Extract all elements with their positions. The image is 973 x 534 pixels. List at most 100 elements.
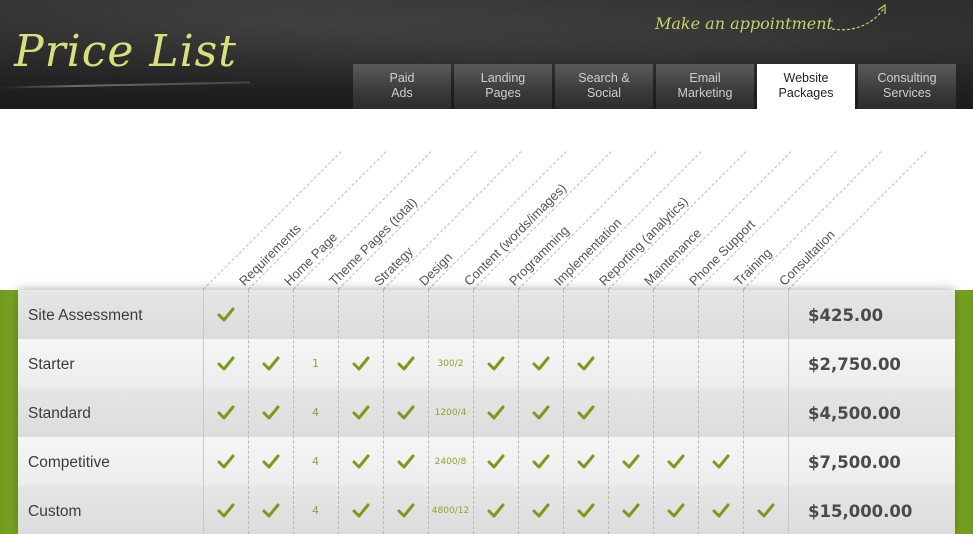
tab-landing[interactable]: Landing Pages xyxy=(454,64,552,109)
check-icon xyxy=(532,503,549,517)
feature-value: 4800/12 xyxy=(431,505,470,516)
check-icon xyxy=(487,405,504,419)
feature-included-cell xyxy=(248,437,293,486)
feature-value: 4 xyxy=(312,504,319,517)
column-divider xyxy=(743,290,744,534)
check-icon xyxy=(397,454,414,468)
check-icon xyxy=(757,503,774,517)
feature-included-cell xyxy=(608,486,653,534)
feature-included-cell xyxy=(518,339,563,388)
feature-value-cell: 1 xyxy=(293,339,338,388)
package-price: $2,750.00 xyxy=(808,355,901,374)
table-row: Competitive 4 2400/8 $7,500.00 xyxy=(18,437,955,486)
feature-included-cell xyxy=(203,339,248,388)
feature-value: 4 xyxy=(312,455,319,468)
feature-included-cell xyxy=(563,437,608,486)
tab-search[interactable]: Search & Social xyxy=(555,64,653,109)
check-icon xyxy=(487,356,504,370)
check-icon xyxy=(667,454,684,468)
column-divider xyxy=(653,290,654,534)
feature-included-cell xyxy=(563,486,608,534)
feature-value: 2400/8 xyxy=(434,456,467,467)
column-divider xyxy=(608,290,609,534)
package-name: Site Assessment xyxy=(28,307,143,324)
check-icon xyxy=(622,454,639,468)
check-icon xyxy=(352,405,369,419)
feature-value: 1 xyxy=(312,357,319,370)
feature-value-cell: 4 xyxy=(293,388,338,437)
feature-included-cell xyxy=(203,290,248,339)
package-name: Competitive xyxy=(28,454,110,471)
column-divider xyxy=(383,290,384,534)
feature-value: 4 xyxy=(312,406,319,419)
column-divider xyxy=(428,290,429,534)
tab-label-line2: Pages xyxy=(485,86,521,100)
feature-included-cell xyxy=(518,486,563,534)
feature-included-cell xyxy=(248,388,293,437)
tab-paid[interactable]: Paid Ads xyxy=(353,64,451,109)
check-icon xyxy=(397,405,414,419)
feature-included-cell xyxy=(338,437,383,486)
check-icon xyxy=(532,454,549,468)
tab-label-line2: Marketing xyxy=(677,86,733,100)
package-name: Custom xyxy=(28,503,82,520)
feature-included-cell xyxy=(653,437,698,486)
feature-included-cell xyxy=(698,486,743,534)
check-icon xyxy=(712,503,729,517)
package-price: $15,000.00 xyxy=(808,502,913,521)
feature-included-cell xyxy=(473,437,518,486)
check-icon xyxy=(397,356,414,370)
check-icon xyxy=(217,356,234,370)
feature-included-cell xyxy=(383,339,428,388)
check-icon xyxy=(577,454,594,468)
check-icon xyxy=(352,503,369,517)
tab-label-line2: Ads xyxy=(391,86,413,100)
check-icon xyxy=(712,454,729,468)
package-name: Standard xyxy=(28,405,91,422)
check-icon xyxy=(217,405,234,419)
column-divider xyxy=(698,290,699,534)
table-row: Custom 4 4800/12 $15,000.00 xyxy=(18,486,955,534)
tab-label-line1: Paid xyxy=(389,71,415,85)
feature-included-cell xyxy=(383,437,428,486)
table-row: Standard 4 1200/4 $4,500.00 xyxy=(18,388,955,437)
feature-value-cell: 4 xyxy=(293,437,338,486)
column-divider xyxy=(293,290,294,534)
column-divider xyxy=(518,290,519,534)
check-icon xyxy=(262,454,279,468)
check-icon xyxy=(622,503,639,517)
check-icon xyxy=(352,454,369,468)
feature-included-cell xyxy=(743,486,788,534)
feature-included-cell xyxy=(203,486,248,534)
check-icon xyxy=(487,454,504,468)
feature-included-cell xyxy=(248,339,293,388)
tab-email[interactable]: Email Marketing xyxy=(656,64,754,109)
check-icon xyxy=(667,503,684,517)
feature-included-cell xyxy=(383,388,428,437)
check-icon xyxy=(487,503,504,517)
check-icon xyxy=(352,356,369,370)
column-divider xyxy=(788,290,789,534)
feature-included-cell xyxy=(473,388,518,437)
column-divider xyxy=(203,290,204,534)
table-row: Starter 1 300/2 $2,750.00 xyxy=(18,339,955,388)
tab-consulting[interactable]: Consulting Services xyxy=(858,64,956,109)
table-row: Site Assessment $425.00 xyxy=(18,290,955,339)
feature-included-cell xyxy=(518,437,563,486)
feature-included-cell xyxy=(653,486,698,534)
feature-value: 300/2 xyxy=(437,358,464,369)
feature-included-cell xyxy=(248,486,293,534)
title-underline xyxy=(0,81,250,89)
feature-included-cell xyxy=(203,388,248,437)
tab-label-line1: Landing xyxy=(480,71,526,85)
make-appointment-link[interactable]: Make an appointment xyxy=(655,14,833,33)
check-icon xyxy=(262,405,279,419)
column-divider xyxy=(248,290,249,534)
feature-included-cell xyxy=(473,339,518,388)
feature-value-cell: 4800/12 xyxy=(428,486,473,534)
feature-included-cell xyxy=(518,388,563,437)
feature-included-cell xyxy=(203,437,248,486)
feature-included-cell xyxy=(608,437,653,486)
tab-website[interactable]: Website Packages xyxy=(757,64,855,109)
feature-included-cell xyxy=(698,437,743,486)
